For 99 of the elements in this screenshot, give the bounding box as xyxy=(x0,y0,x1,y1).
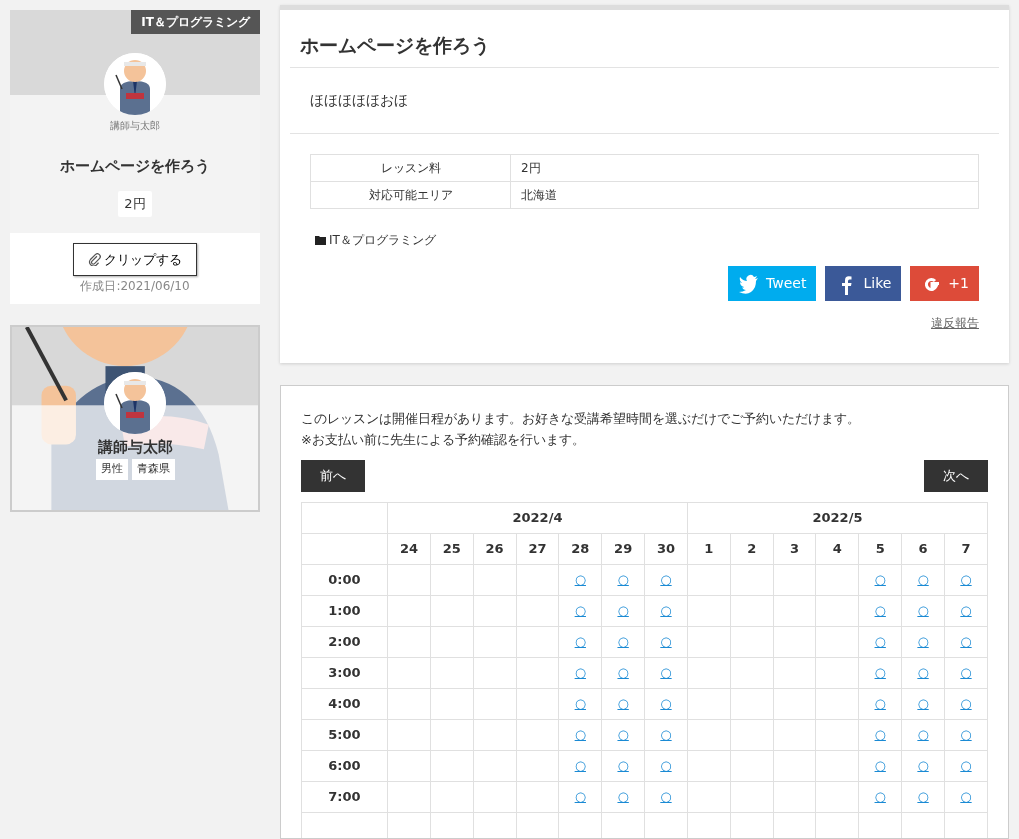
table-cell: 2円 xyxy=(510,154,979,182)
tag-label: 青森県 xyxy=(131,459,175,480)
slot-link[interactable]: ○ xyxy=(960,634,972,650)
slot-link[interactable]: ○ xyxy=(917,758,929,774)
slot-link[interactable]: ○ xyxy=(960,758,972,774)
time-cell: 5:00 xyxy=(301,719,388,751)
day-header: 4 xyxy=(815,533,859,565)
day-header: 5 xyxy=(858,533,902,565)
slot-link[interactable]: ○ xyxy=(874,634,886,650)
slot-link[interactable]: ○ xyxy=(617,634,629,650)
day-header: 6 xyxy=(901,533,945,565)
time-cell: 6:00 xyxy=(301,750,388,782)
day-header: 29 xyxy=(601,533,645,565)
next-button[interactable]: 次へ xyxy=(924,459,988,492)
slot-link[interactable]: ○ xyxy=(660,696,672,712)
slot-link[interactable]: ○ xyxy=(617,758,629,774)
slot-link[interactable]: ○ xyxy=(617,696,629,712)
note-text: このレッスンは開催日程があります。お好きな受講希望時間を選ぶだけでご予約いただけます。 xyxy=(301,409,861,428)
slot-link[interactable]: ○ xyxy=(574,789,586,805)
slot-link[interactable]: ○ xyxy=(960,572,972,588)
slot-link[interactable]: ○ xyxy=(617,603,629,619)
slot-link[interactable]: ○ xyxy=(874,758,886,774)
time-cell: 7:00 xyxy=(301,781,388,813)
slot-link[interactable]: ○ xyxy=(574,572,586,588)
slot-link[interactable]: ○ xyxy=(917,696,929,712)
slot-link[interactable]: ○ xyxy=(617,665,629,681)
lesson-description: ほほほほほおほ xyxy=(309,90,409,110)
slot-link[interactable]: ○ xyxy=(960,603,972,619)
lesson-title: ホームページを作ろう xyxy=(60,155,210,177)
table-cell: 北海道 xyxy=(510,181,979,209)
slot-link[interactable]: ○ xyxy=(960,789,972,805)
table-cell: 対応可能エリア xyxy=(310,181,511,209)
time-cell: 1:00 xyxy=(301,595,388,627)
time-cell: 3:00 xyxy=(301,657,388,689)
share-button[interactable]: +1 xyxy=(910,266,979,302)
folder-icon xyxy=(315,234,326,245)
tag-label: 男性 xyxy=(95,459,128,480)
slot-link[interactable]: ○ xyxy=(660,758,672,774)
day-header: 24 xyxy=(387,533,431,565)
share-button[interactable]: Tweet xyxy=(728,266,817,302)
slot-link[interactable]: ○ xyxy=(574,758,586,774)
slot-link[interactable]: ○ xyxy=(574,665,586,681)
lesson-title: ホームページを作ろう xyxy=(299,33,491,58)
teacher-name: 講師与太郎 xyxy=(97,436,173,458)
slot-link[interactable]: ○ xyxy=(960,727,972,743)
day-header: 25 xyxy=(430,533,474,565)
day-header: 28 xyxy=(558,533,602,565)
slot-link[interactable]: ○ xyxy=(617,572,629,588)
slot-link[interactable]: ○ xyxy=(874,665,886,681)
time-cell: 2:00 xyxy=(301,626,388,658)
time-cell: 4:00 xyxy=(301,688,388,720)
created-date: 作成日:2021/06/10 xyxy=(80,278,190,295)
slot-link[interactable]: ○ xyxy=(660,572,672,588)
teacher-name: 講師与太郎 xyxy=(110,119,160,133)
note-text: ※お支払い前に先生による予約確認を行います。 xyxy=(301,430,586,449)
slot-link[interactable]: ○ xyxy=(660,634,672,650)
slot-link[interactable]: ○ xyxy=(874,603,886,619)
slot-link[interactable]: ○ xyxy=(874,789,886,805)
slot-link[interactable]: ○ xyxy=(574,603,586,619)
slot-link[interactable]: ○ xyxy=(917,603,929,619)
prev-button[interactable]: 前へ xyxy=(301,459,365,492)
category-badge: IT＆プログラミング xyxy=(131,10,260,34)
price-label: 2円 xyxy=(118,191,152,217)
paperclip-icon xyxy=(88,252,101,266)
slot-link[interactable]: ○ xyxy=(917,789,929,805)
time-cell: 0:00 xyxy=(301,564,388,596)
slot-link[interactable]: ○ xyxy=(917,727,929,743)
share-button[interactable]: Like xyxy=(825,266,902,302)
slot-link[interactable]: ○ xyxy=(874,696,886,712)
table-cell: レッスン料 xyxy=(310,154,511,182)
day-header: 27 xyxy=(516,533,559,565)
day-header: 1 xyxy=(687,533,731,565)
slot-link[interactable]: ○ xyxy=(960,665,972,681)
slot-link[interactable]: ○ xyxy=(660,727,672,743)
clip-button[interactable]: クリップする xyxy=(73,242,197,276)
slot-link[interactable]: ○ xyxy=(874,572,886,588)
slot-link[interactable]: ○ xyxy=(660,603,672,619)
slot-link[interactable]: ○ xyxy=(874,727,886,743)
month-header: 2022/4 xyxy=(387,502,688,534)
logo-icon xyxy=(738,272,761,295)
slot-link[interactable]: ○ xyxy=(617,727,629,743)
month-header: 2022/5 xyxy=(687,502,988,534)
report-link[interactable]: 違反報告 xyxy=(931,316,979,331)
slot-link[interactable]: ○ xyxy=(660,665,672,681)
day-header: 30 xyxy=(644,533,688,565)
slot-link[interactable]: ○ xyxy=(574,696,586,712)
slot-link[interactable]: ○ xyxy=(617,789,629,805)
day-header: 7 xyxy=(944,533,988,565)
day-header: 3 xyxy=(773,533,816,565)
day-header: 26 xyxy=(473,533,517,565)
category-link[interactable]: IT＆プログラミング xyxy=(290,208,461,249)
day-header: 2 xyxy=(730,533,774,565)
slot-link[interactable]: ○ xyxy=(574,727,586,743)
slot-link[interactable]: ○ xyxy=(574,634,586,650)
slot-link[interactable]: ○ xyxy=(917,634,929,650)
slot-link[interactable]: ○ xyxy=(660,789,672,805)
slot-link[interactable]: ○ xyxy=(960,696,972,712)
slot-link[interactable]: ○ xyxy=(917,572,929,588)
slot-link[interactable]: ○ xyxy=(917,665,929,681)
